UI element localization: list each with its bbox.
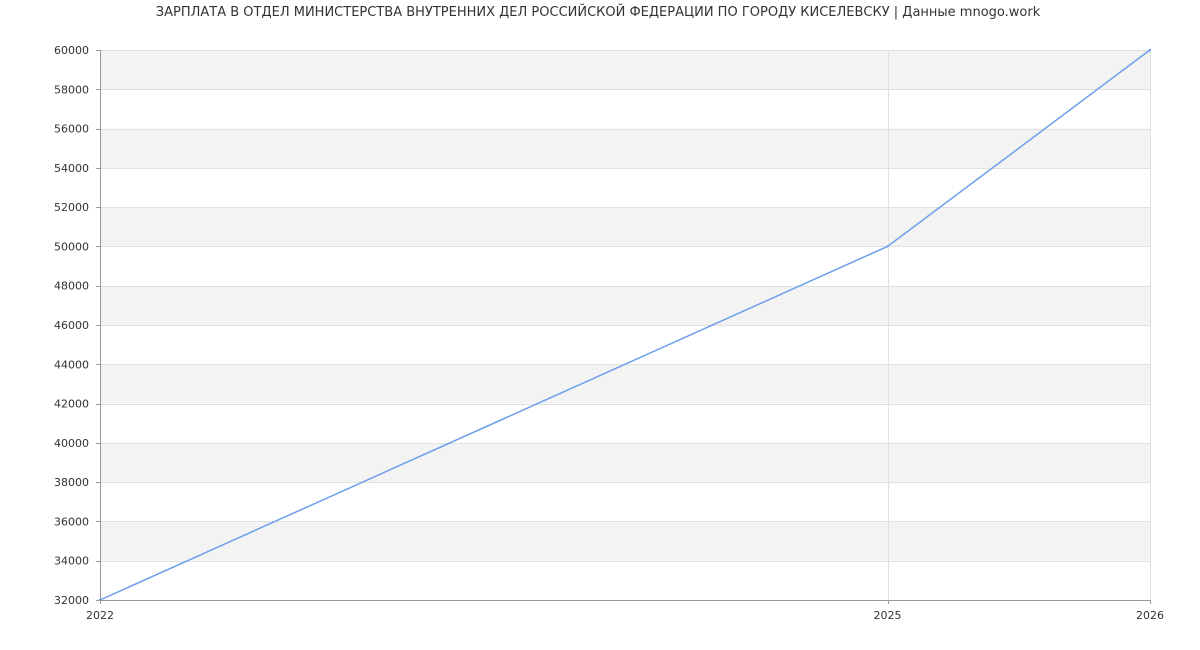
y-tick-label: 48000 xyxy=(54,280,89,293)
y-tick-label: 46000 xyxy=(54,319,89,332)
y-tick-label: 40000 xyxy=(54,437,89,450)
y-tick-labels: 32000 34000 36000 38000 40000 42000 44000 46000… xyxy=(54,44,100,607)
x-tick-label: 2026 xyxy=(1136,609,1164,622)
y-tick-label: 36000 xyxy=(54,515,89,528)
grid-band xyxy=(100,89,1150,129)
y-tick-label: 38000 xyxy=(54,476,89,489)
y-tick-label: 58000 xyxy=(54,83,89,96)
y-tick-label: 34000 xyxy=(54,555,89,568)
y-tick-label: 56000 xyxy=(54,123,89,136)
grid-band xyxy=(100,560,1150,600)
y-tick-label: 44000 xyxy=(54,358,89,371)
grid-band xyxy=(100,442,1150,483)
y-tick-label: 32000 xyxy=(54,594,89,607)
y-tick-label: 60000 xyxy=(54,44,89,57)
grid-band xyxy=(100,521,1150,561)
x-tick-label: 2025 xyxy=(874,609,902,622)
data-point xyxy=(1148,48,1152,52)
y-tick-label: 50000 xyxy=(54,240,89,253)
y-tick-label: 42000 xyxy=(54,398,89,411)
y-tick-label: 54000 xyxy=(54,162,89,175)
y-tick-label: 52000 xyxy=(54,201,89,214)
grid-band xyxy=(100,207,1150,247)
x-tick-labels: 2022 2025 2026 xyxy=(86,600,1164,622)
grid-band xyxy=(100,403,1150,443)
data-point xyxy=(886,245,889,248)
line-chart: 32000 34000 36000 38000 40000 42000 44000 46000… xyxy=(54,44,1164,622)
grid-band xyxy=(100,167,1150,208)
grid-band xyxy=(100,285,1150,325)
grid-band xyxy=(100,246,1150,286)
grid-band xyxy=(100,128,1150,168)
grid-band xyxy=(100,50,1150,90)
grid-band xyxy=(100,364,1150,404)
x-tick-label: 2022 xyxy=(86,609,114,622)
grid-band xyxy=(100,325,1150,365)
grid-band xyxy=(100,482,1150,522)
